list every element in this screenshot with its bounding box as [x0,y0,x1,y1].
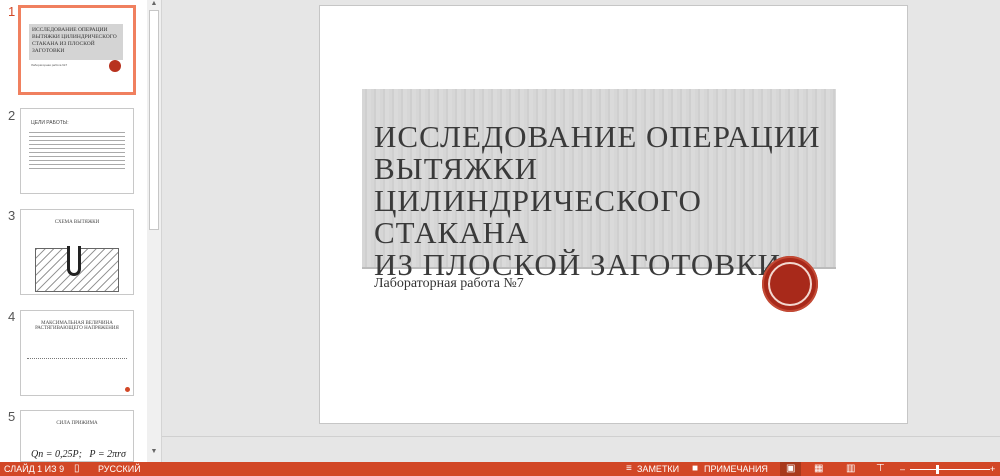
thumb-title: СХЕМА ВЫТЯЖКИ [54,220,100,225]
thumbnail-scrollbar[interactable]: ▲ ▼ [147,0,161,462]
slide-thumbnail-2[interactable]: ЦЕЛИ РАБОТЫ: [20,108,134,194]
slide-number: 2 [8,108,16,123]
slideshow-icon[interactable]: ⊤ [876,462,885,476]
slide-counter: СЛАЙД 1 ИЗ 9 [4,464,65,474]
zoom-slider[interactable] [910,469,990,470]
current-slide[interactable]: ИССЛЕДОВАНИЕ ОПЕРАЦИИ ВЫТЯЖКИ ЦИЛИНДРИЧЕ… [319,5,908,424]
normal-view-icon[interactable]: ▣ [780,462,802,476]
scroll-down-icon[interactable]: ▼ [147,448,161,460]
slide-number: 4 [8,309,16,324]
thumb-title: ЦЕЛИ РАБОТЫ: [31,120,69,126]
thumb-formula: Qn = 0,25P; P = 2πrσ [31,449,126,460]
thumb-title: ИССЛЕДОВАНИЕ ОПЕРАЦИИ ВЫТЯЖКИ ЦИЛИНДРИЧЕ… [29,24,123,60]
zoom-in-icon[interactable]: + [990,462,995,476]
slide-thumbnail-1[interactable]: ИССЛЕДОВАНИЕ ОПЕРАЦИИ ВЫТЯЖКИ ЦИЛИНДРИЧЕ… [18,5,136,95]
slide-thumbnail-4[interactable]: МАКСИМАЛЬНАЯ ВЕЛИЧИНА РАСТЯГИВАЮЩЕГО НАП… [20,310,134,396]
reading-view-icon[interactable]: ▥ [846,462,855,476]
comments-button[interactable]: ПРИМЕЧАНИЯ [704,462,768,476]
spellcheck-icon[interactable]: ▯ [74,462,80,476]
notes-button[interactable]: ЗАМЕТКИ [637,462,679,476]
comments-icon: ■ [692,463,699,474]
zoom-out-icon[interactable]: – [900,462,905,476]
slide-thumbnail-panel: 1 ИССЛЕДОВАНИЕ ОПЕРАЦИИ ВЫТЯЖКИ ЦИЛИНДРИ… [0,0,162,462]
slide-subtitle[interactable]: Лабораторная работа №7 [374,276,524,292]
zoom-slider-thumb[interactable] [936,465,939,474]
status-bar: СЛАЙД 1 ИЗ 9 ▯ РУССКИЙ ≡ ЗАМЕТКИ ■ ПРИМЕ… [0,462,1000,476]
drawn-cup [67,246,81,276]
thumb-body [29,132,125,172]
title-band: ИССЛЕДОВАНИЕ ОПЕРАЦИИ ВЫТЯЖКИ ЦИЛИНДРИЧЕ… [362,89,836,281]
slide-thumbnail-5[interactable]: СИЛА ПРИЖИМА Qn = 0,25P; P = 2πrσ [20,410,134,462]
slide-number: 5 [8,409,16,424]
slide-editor: ИССЛЕДОВАНИЕ ОПЕРАЦИИ ВЫТЯЖКИ ЦИЛИНДРИЧЕ… [162,0,1000,462]
slide-title[interactable]: ИССЛЕДОВАНИЕ ОПЕРАЦИИ ВЫТЯЖКИ ЦИЛИНДРИЧЕ… [374,121,836,281]
language-indicator[interactable]: РУССКИЙ [98,462,141,476]
thumb-title: МАКСИМАЛЬНАЯ ВЕЛИЧИНА РАСТЯГИВАЮЩЕГО НАП… [35,321,119,331]
scrollbar-thumb[interactable] [149,10,159,230]
thumb-title: СИЛА ПРИЖИМА [56,421,98,426]
slide-thumbnail-3[interactable]: СХЕМА ВЫТЯЖКИ [20,209,134,295]
thumb-formula [27,351,127,359]
seal-icon [109,60,121,72]
slide-number: 1 [8,4,16,19]
notes-icon: ≡ [626,463,632,474]
horizontal-scrollbar[interactable] [162,436,1000,448]
seal-icon [762,256,818,312]
seal-icon [125,387,130,392]
slide-sorter-icon[interactable]: ▦ [814,462,823,476]
slide-number: 3 [8,208,16,223]
thumb-subtitle: Лабораторная работа №7 [31,63,68,67]
